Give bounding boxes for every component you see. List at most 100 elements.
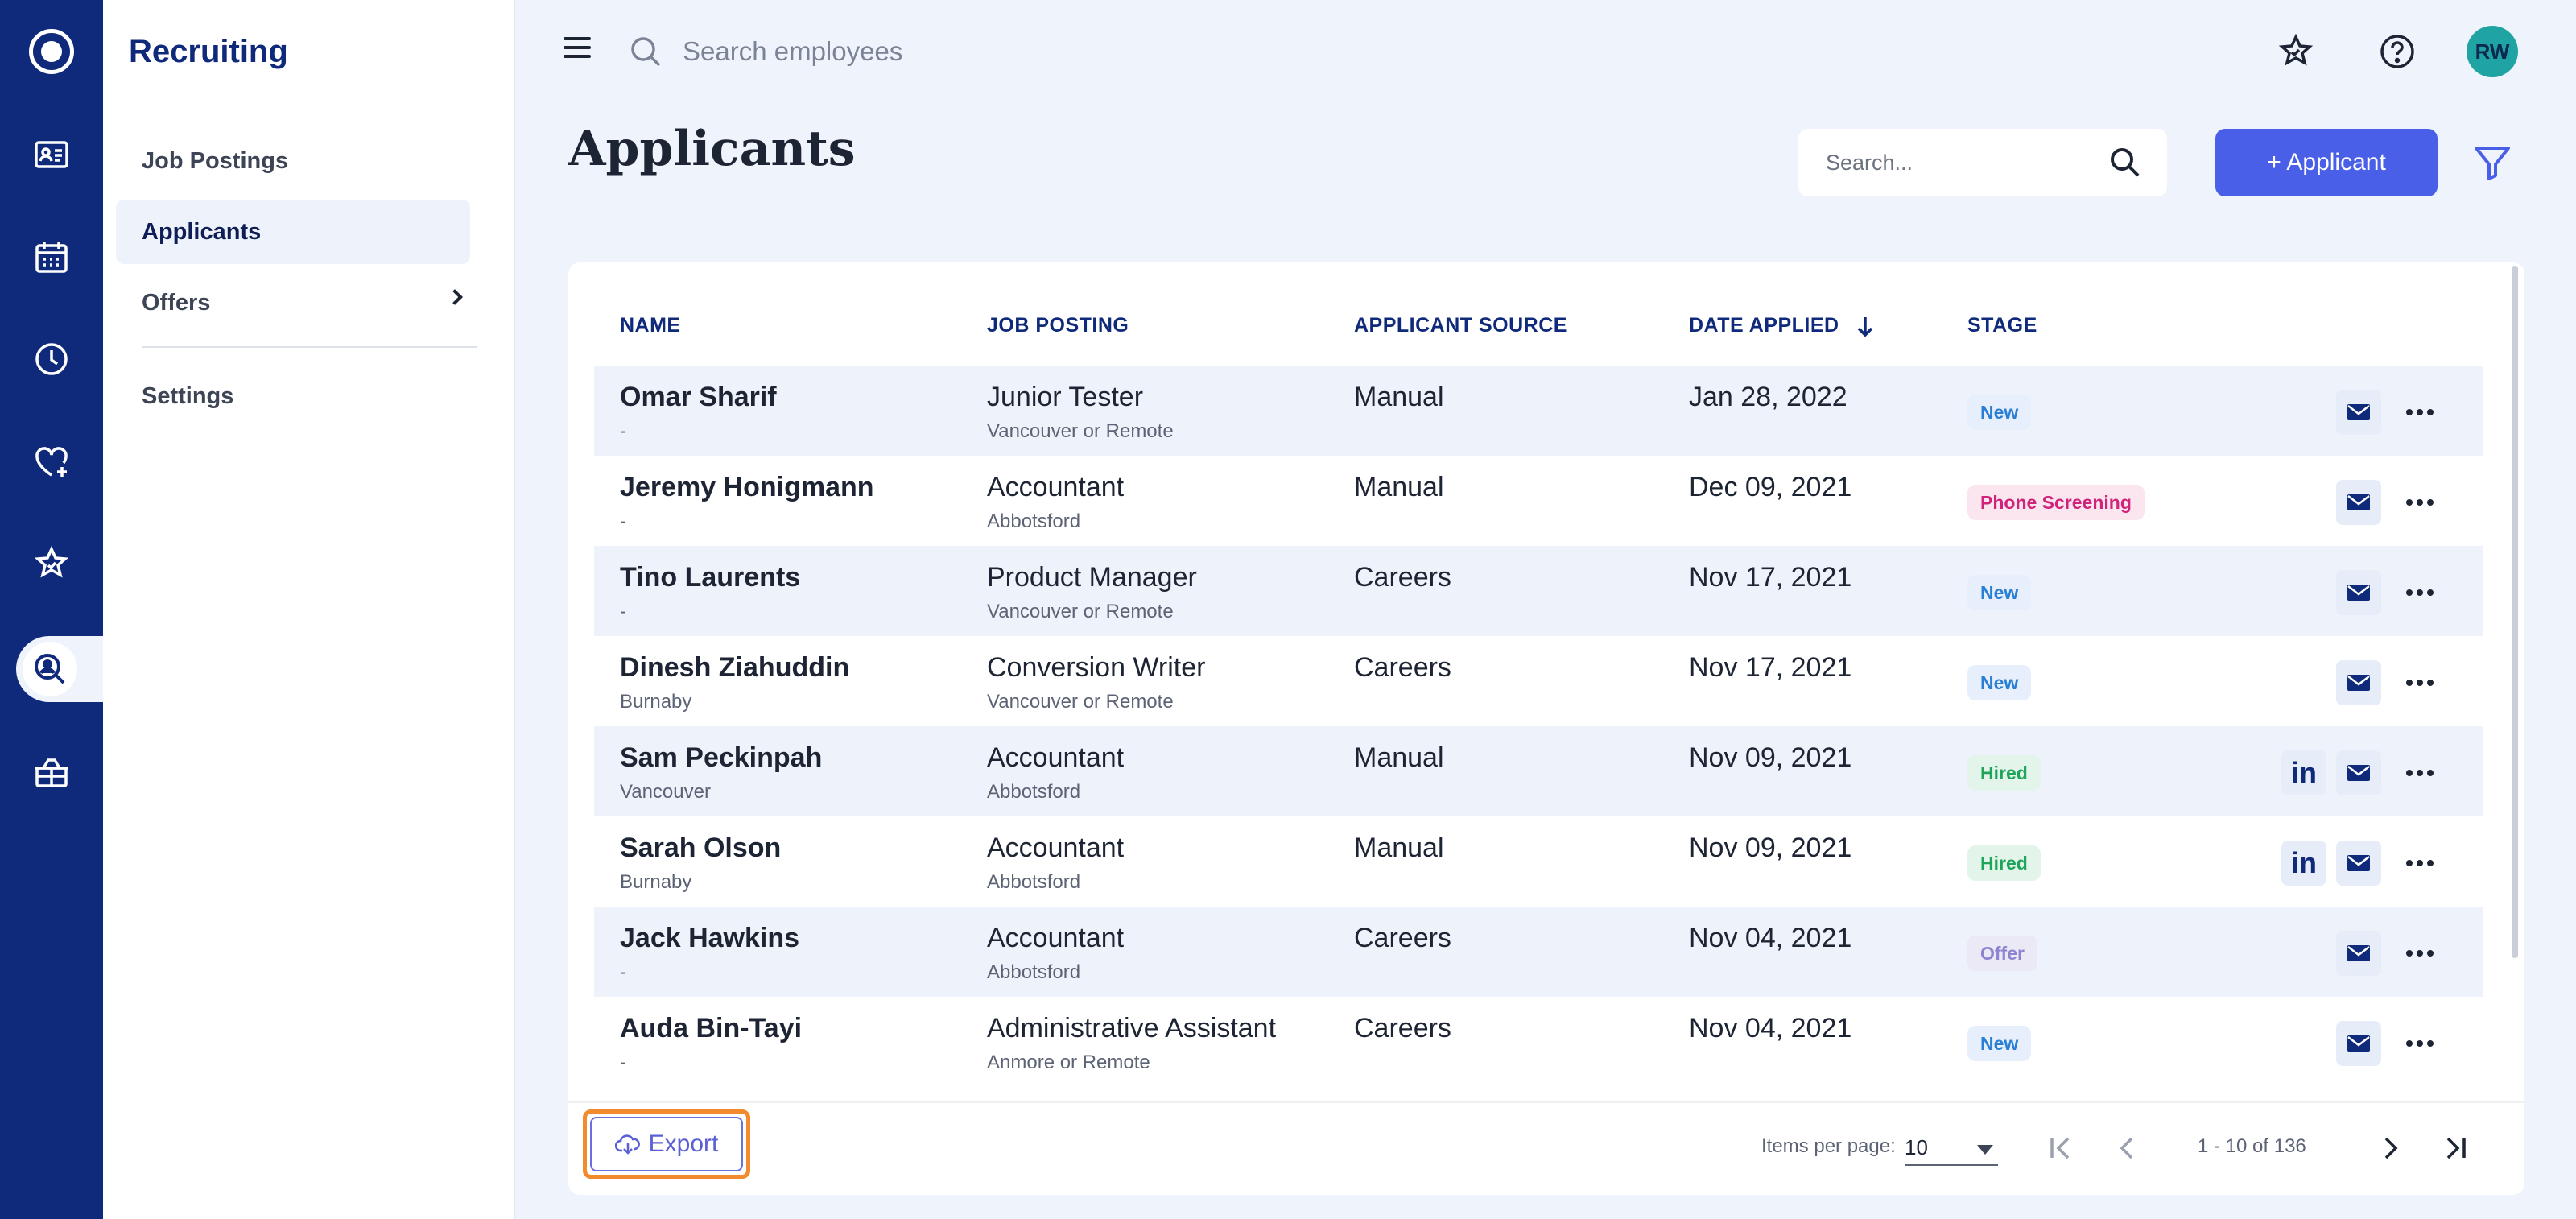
column-header-name[interactable]: NAME — [620, 314, 681, 337]
chevron-right-icon — [447, 289, 463, 305]
column-header-date-applied[interactable]: DATE APPLIED — [1689, 314, 1874, 337]
applicant-name[interactable]: Sarah Olson — [620, 833, 781, 864]
items-per-page-select[interactable]: 10 — [1905, 1126, 1998, 1166]
applicant-location: - — [620, 1052, 626, 1073]
linkedin-button[interactable]: in — [2281, 841, 2326, 886]
applicant-name[interactable]: Sam Peckinpah — [620, 742, 822, 774]
applicant-source: Careers — [1354, 652, 1451, 683]
email-button[interactable] — [2336, 660, 2381, 705]
export-label: Export — [648, 1130, 719, 1157]
search-icon[interactable] — [2107, 145, 2143, 180]
job-location: Vancouver or Remote — [987, 691, 1174, 713]
sidebar-item-applicants[interactable]: Applicants — [116, 200, 470, 264]
last-page-icon — [2446, 1137, 2466, 1159]
column-header-job-posting[interactable]: JOB POSTING — [987, 314, 1129, 337]
menu-icon[interactable] — [564, 37, 591, 58]
more-options-button[interactable] — [2397, 570, 2442, 615]
chevron-right-icon — [2384, 1137, 2398, 1159]
linkedin-button[interactable]: in — [2281, 750, 2326, 795]
table-scrollbar[interactable] — [2512, 266, 2518, 958]
stage-badge: Offer — [1967, 936, 2037, 971]
clock-icon[interactable] — [29, 337, 74, 382]
applicant-name[interactable]: Jack Hawkins — [620, 923, 799, 954]
mail-icon — [2347, 585, 2370, 601]
sidebar-item-settings[interactable]: Settings — [116, 364, 470, 428]
job-location: Abbotsford — [987, 871, 1081, 893]
sidebar-divider — [142, 346, 477, 348]
more-options-button[interactable] — [2397, 841, 2442, 886]
applicant-search-input[interactable] — [1826, 143, 2099, 182]
job-title: Product Manager — [987, 562, 1197, 593]
email-button[interactable] — [2336, 931, 2381, 976]
more-horizontal-icon — [2406, 860, 2434, 866]
app-logo-icon[interactable] — [29, 29, 74, 74]
applicant-name[interactable]: Auda Bin-Tayi — [620, 1013, 802, 1044]
table-row[interactable]: Tino Laurents - Product Manager Vancouve… — [594, 546, 2483, 636]
mail-icon — [2347, 765, 2370, 781]
email-button[interactable] — [2336, 1021, 2381, 1066]
mail-icon — [2347, 945, 2370, 961]
email-button[interactable] — [2336, 480, 2381, 525]
job-location: Anmore or Remote — [987, 1052, 1150, 1073]
items-per-page-value: 10 — [1905, 1135, 1928, 1159]
more-options-button[interactable] — [2397, 931, 2442, 976]
table-row[interactable]: Auda Bin-Tayi - Administrative Assistant… — [594, 997, 2483, 1087]
applicant-name[interactable]: Tino Laurents — [620, 562, 800, 593]
first-page-icon — [2050, 1137, 2070, 1159]
sidebar-item-job-postings[interactable]: Job Postings — [116, 129, 470, 193]
add-applicant-button[interactable]: + Applicant — [2215, 129, 2438, 196]
job-title: Junior Tester — [987, 382, 1144, 412]
table-row[interactable]: Sam Peckinpah Vancouver Accountant Abbot… — [594, 726, 2483, 816]
next-page-button[interactable] — [2370, 1126, 2410, 1171]
items-per-page-label: Items per page: — [1761, 1135, 1896, 1157]
sidebar-item-label: Offers — [142, 289, 211, 316]
applicant-name[interactable]: Omar Sharif — [620, 382, 777, 413]
filter-icon[interactable] — [2470, 140, 2515, 185]
stage-badge: New — [1967, 575, 2032, 610]
table-row[interactable]: Omar Sharif - Junior Tester Vancouver or… — [594, 366, 2483, 456]
email-button[interactable] — [2336, 750, 2381, 795]
email-button[interactable] — [2336, 570, 2381, 615]
more-options-button[interactable] — [2397, 480, 2442, 525]
help-icon[interactable] — [2376, 31, 2418, 72]
column-header-stage[interactable]: STAGE — [1967, 314, 2037, 337]
last-page-button[interactable] — [2434, 1126, 2475, 1171]
star-rating-icon[interactable] — [29, 541, 74, 586]
applicant-source: Manual — [1354, 833, 1444, 863]
sort-descending-icon — [1857, 317, 1873, 337]
calendar-icon[interactable] — [29, 235, 74, 280]
cloud-download-icon — [614, 1134, 640, 1155]
previous-page-button[interactable] — [2107, 1126, 2148, 1171]
more-horizontal-icon — [2406, 680, 2434, 686]
heart-plus-icon[interactable] — [29, 440, 74, 485]
favorites-star-icon[interactable] — [2275, 31, 2317, 72]
employee-card-icon[interactable] — [29, 132, 74, 177]
applicant-source: Manual — [1354, 742, 1444, 773]
gift-box-icon[interactable] — [29, 750, 74, 795]
sidebar-item-label: Job Postings — [142, 147, 289, 174]
rail-item-recruiting[interactable] — [16, 636, 103, 702]
employee-search-input[interactable] — [683, 31, 1246, 72]
sidebar-item-offers[interactable]: Offers — [116, 271, 470, 335]
email-button[interactable] — [2336, 390, 2381, 435]
export-button[interactable]: Export — [583, 1109, 750, 1179]
dropdown-caret-icon — [1977, 1145, 1993, 1155]
table-row[interactable]: Jack Hawkins - Accountant Abbotsford Car… — [594, 907, 2483, 997]
table-row[interactable]: Dinesh Ziahuddin Burnaby Conversion Writ… — [594, 636, 2483, 726]
more-options-button[interactable] — [2397, 390, 2442, 435]
more-options-button[interactable] — [2397, 1021, 2442, 1066]
applicant-name[interactable]: Dinesh Ziahuddin — [620, 652, 849, 684]
column-header-applicant-source[interactable]: APPLICANT SOURCE — [1354, 314, 1567, 337]
applicant-name[interactable]: Jeremy Honigmann — [620, 472, 874, 503]
app-rail — [0, 0, 103, 1219]
more-options-button[interactable] — [2397, 750, 2442, 795]
first-page-button[interactable] — [2041, 1126, 2082, 1171]
email-button[interactable] — [2336, 841, 2381, 886]
applicant-location: - — [620, 601, 626, 622]
date-applied: Nov 17, 2021 — [1689, 562, 1852, 593]
table-row[interactable]: Sarah Olson Burnaby Accountant Abbotsfor… — [594, 816, 2483, 907]
date-applied: Jan 28, 2022 — [1689, 382, 1847, 412]
more-options-button[interactable] — [2397, 660, 2442, 705]
table-row[interactable]: Jeremy Honigmann - Accountant Abbotsford… — [594, 456, 2483, 546]
user-avatar[interactable]: RW — [2467, 26, 2518, 77]
